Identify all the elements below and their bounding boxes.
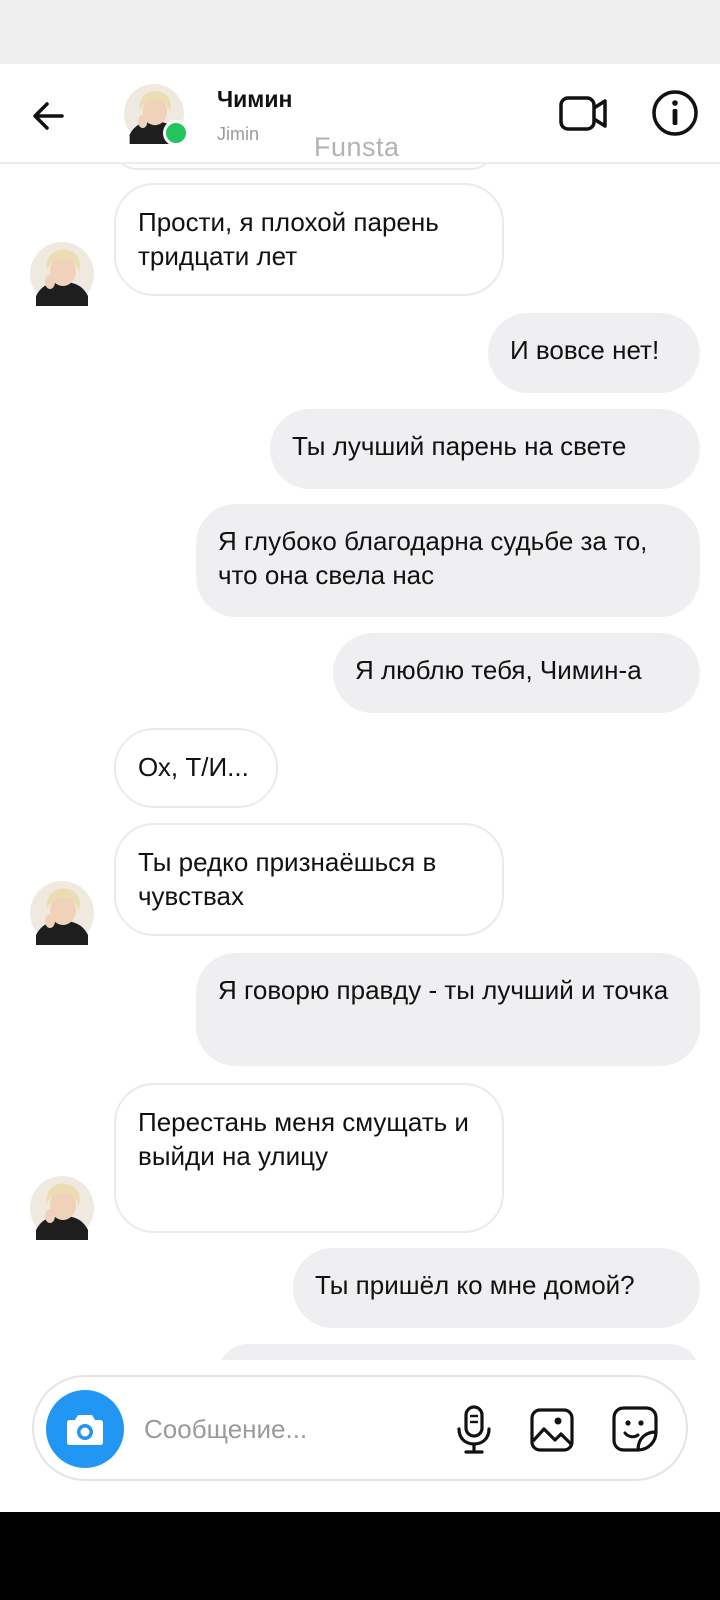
- message-list[interactable]: Прости, я плохой парень тридцати лет И в…: [0, 164, 720, 1360]
- info-button[interactable]: [650, 88, 700, 138]
- message-bubble[interactable]: Прости, я плохой парень тридцати лет: [114, 183, 504, 296]
- sticker-button[interactable]: [610, 1404, 660, 1454]
- video-call-icon: [559, 96, 607, 131]
- message-bubble[interactable]: Ты редко признаёшься в чувствах: [114, 823, 504, 936]
- message-text: Ты пришёл ко мне домой?: [315, 1270, 635, 1300]
- camera-icon: [67, 1415, 103, 1445]
- system-navigation-bar: [0, 1512, 720, 1600]
- watermark: Funsta: [314, 132, 400, 162]
- message-text: Ох, Т/И...: [138, 752, 249, 782]
- sticker-icon: [612, 1406, 658, 1452]
- message-text: Ты редко признаёшься в чувствах: [138, 847, 437, 911]
- microphone-icon: [457, 1405, 491, 1454]
- message-bubble[interactable]: Перестань меня смущать и выйди на улицу: [114, 1083, 504, 1233]
- gallery-button[interactable]: [528, 1406, 576, 1454]
- gallery-icon: [530, 1408, 574, 1452]
- sender-avatar[interactable]: [30, 1176, 94, 1240]
- contact-name[interactable]: Чимин: [217, 86, 292, 113]
- status-bar: [0, 0, 720, 64]
- message-text: Я люблю тебя, Чимин-а: [355, 655, 642, 685]
- message-text: И вовсе нет!: [510, 335, 660, 365]
- back-button[interactable]: [26, 94, 70, 138]
- message-text: Я говорю правду - ты лучший и точка: [218, 975, 669, 1005]
- info-icon: [652, 90, 698, 136]
- back-arrow-icon: [33, 102, 64, 130]
- message-bubble[interactable]: Я люблю тебя, Чимин-а: [333, 633, 700, 713]
- voice-message-button[interactable]: [450, 1404, 498, 1456]
- contact-username: Jimin: [217, 124, 260, 144]
- chat-header: Чимин Jimin Funsta: [0, 64, 720, 164]
- message-bubble[interactable]: Ох, Т/И...: [114, 728, 278, 808]
- message-bubble-partial: [218, 1344, 700, 1360]
- message-text: Прости, я плохой парень тридцати лет: [138, 207, 439, 271]
- sender-avatar[interactable]: [30, 242, 94, 306]
- message-bubble[interactable]: Ты лучший парень на свете: [270, 409, 700, 489]
- sender-avatar[interactable]: [30, 881, 94, 945]
- message-bubble[interactable]: Я говорю правду - ты лучший и точка: [196, 953, 700, 1066]
- message-text: Я глубоко благодарна судьбе за то, что о…: [218, 526, 648, 590]
- message-bubble-partial: [114, 164, 494, 170]
- message-input[interactable]: [144, 1407, 434, 1451]
- video-call-button[interactable]: [558, 88, 610, 140]
- message-bubble[interactable]: И вовсе нет!: [488, 313, 700, 393]
- message-text: Перестань меня смущать и выйди на улицу: [138, 1107, 469, 1171]
- message-text: Ты лучший парень на свете: [292, 431, 627, 461]
- camera-button[interactable]: [46, 1390, 124, 1468]
- message-bubble[interactable]: Ты пришёл ко мне домой?: [293, 1248, 700, 1328]
- message-bubble[interactable]: Я глубоко благодарна судьбе за то, что о…: [196, 504, 700, 617]
- online-status-badge: [163, 120, 189, 146]
- message-composer: [32, 1375, 688, 1481]
